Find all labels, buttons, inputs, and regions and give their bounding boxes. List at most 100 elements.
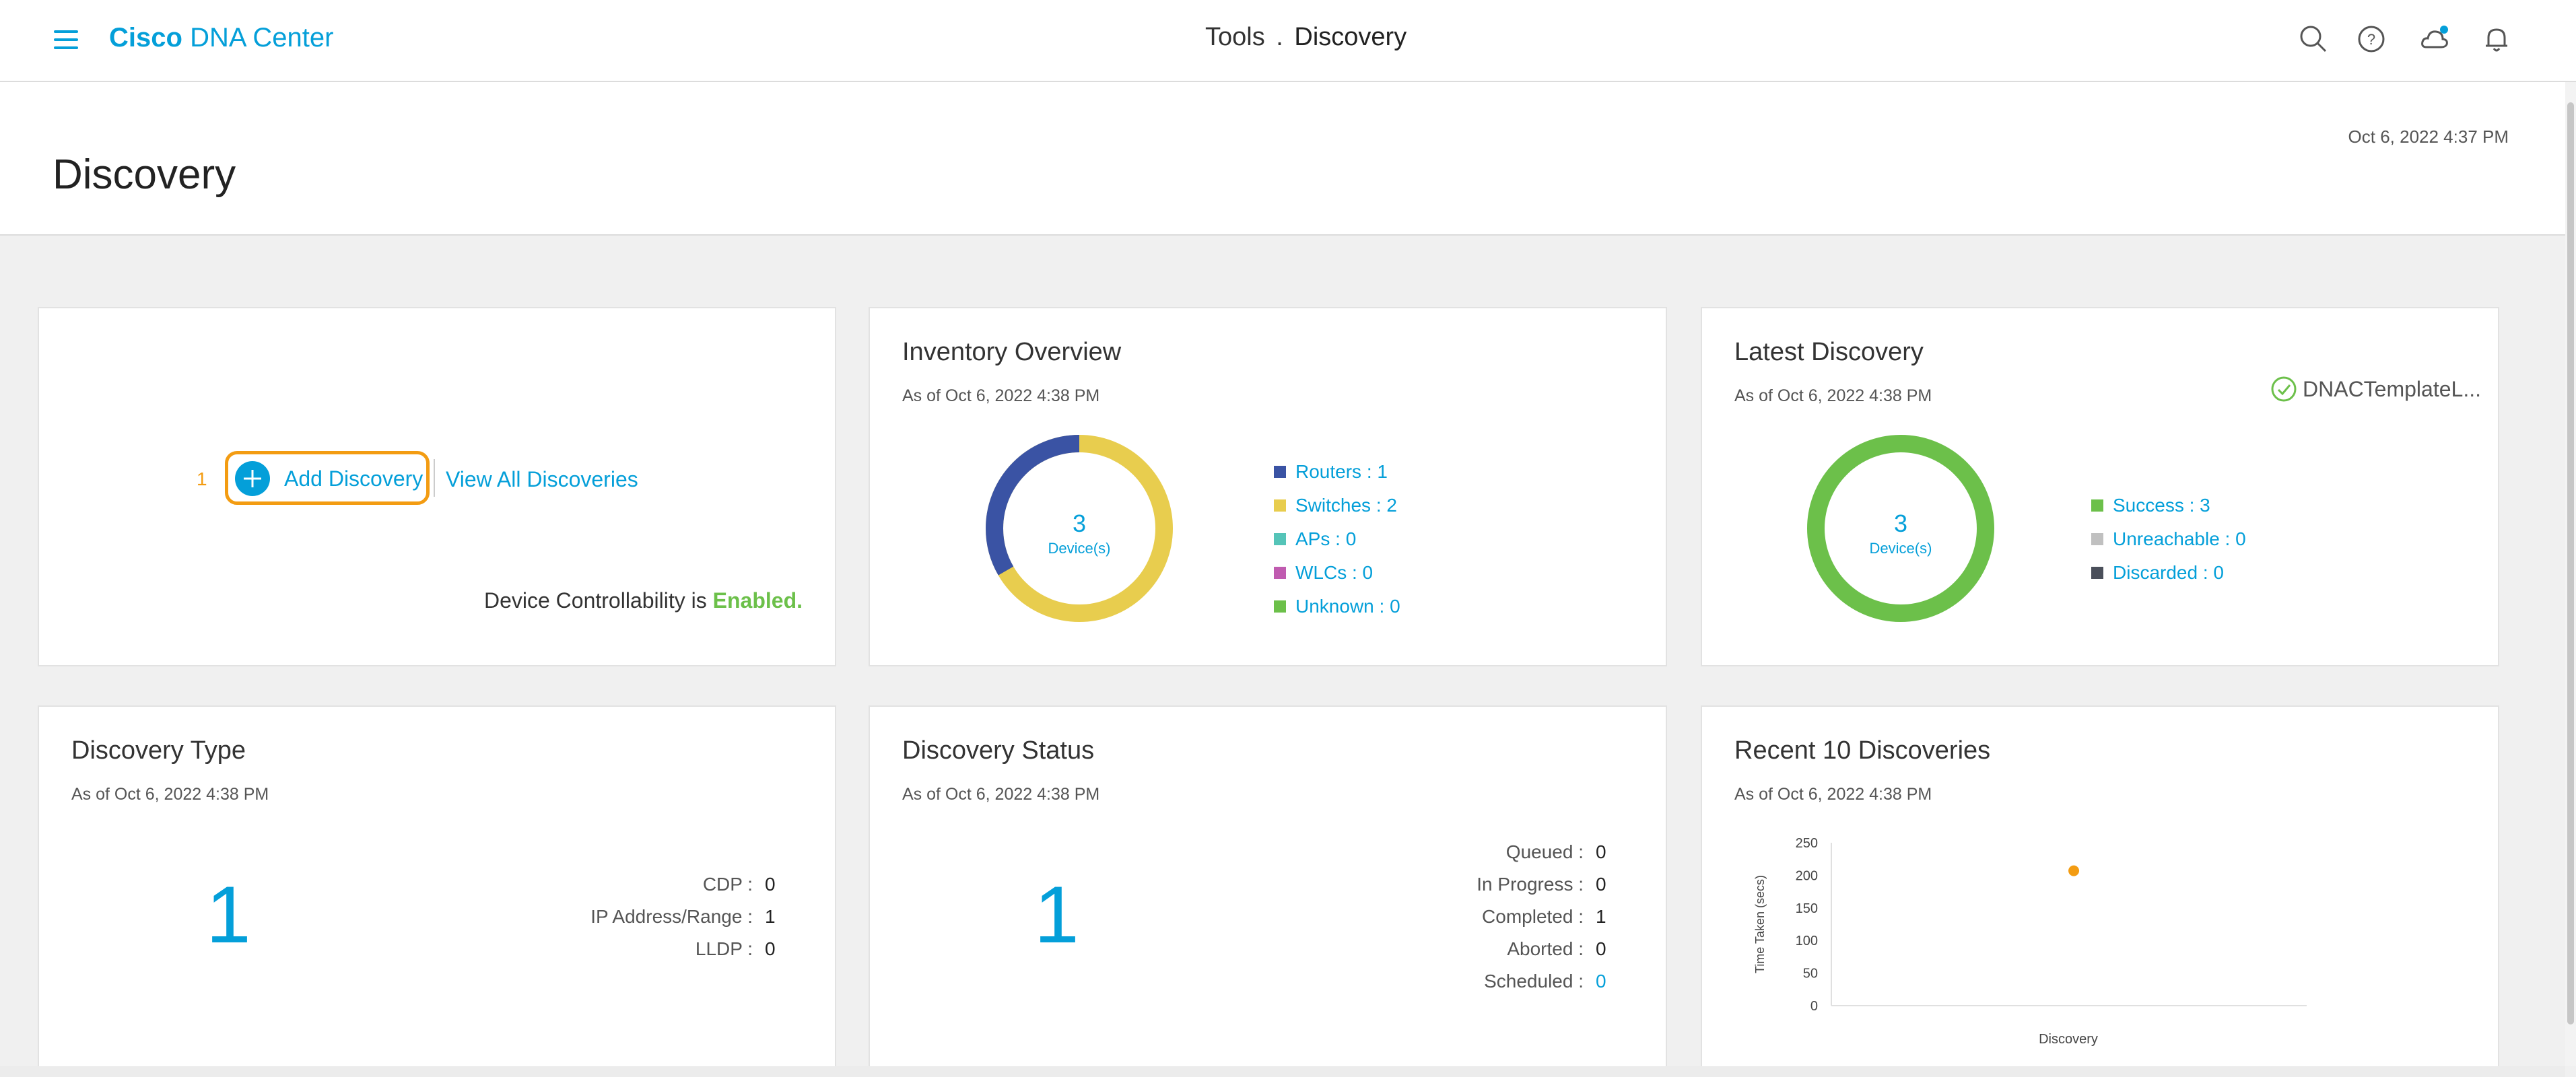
discovery-name: DNACTemplateL...	[2303, 376, 2481, 401]
status-value: 1	[1596, 906, 1606, 927]
status-value: 0	[1596, 841, 1606, 862]
brand-rest: DNA Center	[190, 23, 334, 53]
type-row: IP Address/Range : 1	[590, 901, 778, 933]
legend-item[interactable]: Routers : 1	[1274, 455, 1400, 489]
legend-item[interactable]: Unknown : 0	[1274, 590, 1400, 623]
status-key: Queued :	[1505, 841, 1584, 862]
y-tick-group: 250 200 150 100 50 0	[1796, 836, 1818, 1014]
breadcrumb: Tools . Discovery	[1205, 23, 1406, 52]
add-discovery-button[interactable]: Add Discovery	[234, 460, 423, 497]
legend-swatch	[1274, 466, 1286, 478]
card-subtitle: As of Oct 6, 2022 4:38 PM	[902, 386, 1100, 405]
y-tick-label: 100	[1796, 934, 1818, 948]
top-bar: Cisco DNA Center Tools . Discovery ?	[0, 0, 2576, 82]
hamburger-menu-icon[interactable]	[54, 30, 78, 49]
brand-bold: Cisco	[109, 23, 182, 53]
status-row: Queued : 0	[1477, 836, 1609, 868]
legend-label: APs : 0	[1295, 528, 1357, 549]
divider	[434, 459, 435, 497]
breadcrumb-current: Discovery	[1294, 23, 1407, 51]
y-tick-label: 150	[1796, 901, 1818, 916]
discovery-name-link[interactable]: DNACTemplateL...	[2270, 376, 2481, 403]
scatter-point[interactable]	[2068, 865, 2080, 876]
discovery-type-breakdown: CDP : 0 IP Address/Range : 1 LLDP : 0	[590, 868, 778, 965]
x-axis-label: Discovery	[2039, 1032, 2098, 1047]
view-all-discoveries-link[interactable]: View All Discoveries	[446, 467, 638, 492]
legend-label: Switches : 2	[1295, 495, 1397, 516]
scheduled-count-link[interactable]: 0	[1596, 971, 1609, 992]
recent-discoveries-card: Recent 10 Discoveries As of Oct 6, 2022 …	[1701, 705, 2499, 1077]
legend-item[interactable]: APs : 0	[1274, 522, 1400, 556]
y-tick-label: 0	[1810, 999, 1818, 1014]
controllability-enabled[interactable]: Enabled.	[713, 588, 803, 613]
status-row[interactable]: Scheduled : 0	[1477, 965, 1609, 998]
discovery-status-breakdown: Queued : 0 In Progress : 0 Completed : 1 Ab…	[1477, 836, 1609, 998]
inventory-legend: Routers : 1 Switches : 2 APs : 0 WLCs : …	[1274, 455, 1400, 623]
card-subtitle: As of Oct 6, 2022 4:38 PM	[902, 785, 1100, 804]
y-tick-label: 200	[1796, 868, 1818, 883]
legend-swatch	[2091, 567, 2103, 579]
legend-label: Unknown : 0	[1295, 596, 1400, 617]
status-row: Aborted : 0	[1477, 933, 1609, 965]
type-key: IP Address/Range :	[590, 906, 753, 927]
inventory-total: 3	[1073, 510, 1086, 537]
type-row: CDP : 0	[590, 868, 778, 901]
discovery-status-card: Discovery Status As of Oct 6, 2022 4:38 …	[869, 705, 1667, 1077]
latest-donut[interactable]: 3 Device(s)	[1803, 431, 1998, 626]
add-discovery-card: 1 Add Discovery View All Discoveries Dev…	[38, 307, 836, 666]
search-icon[interactable]	[2297, 23, 2330, 55]
card-subtitle: As of Oct 6, 2022 4:38 PM	[71, 785, 269, 804]
legend-label: Unreachable : 0	[2113, 528, 2246, 549]
discovery-type-card: Discovery Type As of Oct 6, 2022 4:38 PM…	[38, 705, 836, 1077]
discovery-status-total[interactable]: 1	[1034, 868, 1079, 961]
card-title: Discovery Status	[902, 736, 1095, 765]
latest-total-label: Device(s)	[1870, 540, 1932, 557]
legend-item[interactable]: Switches : 2	[1274, 489, 1400, 522]
legend-swatch	[1274, 600, 1286, 613]
step-number: 1	[197, 468, 207, 489]
status-key: Aborted :	[1507, 938, 1584, 959]
latest-discovery-card: Latest Discovery As of Oct 6, 2022 4:38 …	[1701, 307, 2499, 666]
status-key: In Progress :	[1477, 874, 1584, 895]
status-key: Scheduled :	[1484, 971, 1584, 992]
card-subtitle: As of Oct 6, 2022 4:38 PM	[1734, 386, 1932, 405]
status-row: In Progress : 0	[1477, 868, 1609, 901]
inventory-total-label: Device(s)	[1048, 540, 1111, 557]
breadcrumb-parent[interactable]: Tools	[1205, 23, 1265, 51]
horizontal-scrollbar[interactable]	[0, 1066, 2565, 1077]
legend-label: WLCs : 0	[1295, 562, 1374, 583]
controllability-text: Device Controllability is	[483, 588, 707, 613]
page-title: Discovery	[53, 151, 236, 198]
status-row: Completed : 1	[1477, 901, 1609, 933]
type-value: 0	[765, 938, 776, 959]
inventory-donut[interactable]: 3 Device(s)	[982, 431, 1177, 626]
legend-label: Routers : 1	[1295, 461, 1388, 482]
help-icon[interactable]: ?	[2355, 23, 2387, 55]
legend-item[interactable]: WLCs : 0	[1274, 556, 1400, 590]
cloud-notification-icon[interactable]	[2418, 23, 2451, 55]
brand-logo[interactable]: Cisco DNA Center	[109, 23, 333, 53]
page-timestamp: Oct 6, 2022 4:37 PM	[2348, 127, 2509, 147]
breadcrumb-separator: .	[1276, 23, 1283, 51]
y-tick-label: 250	[1796, 836, 1818, 851]
bell-icon[interactable]	[2480, 23, 2513, 55]
point-group	[2068, 865, 2080, 876]
status-key: Completed :	[1482, 906, 1584, 927]
vertical-scrollbar[interactable]	[2565, 82, 2576, 1066]
type-value: 0	[765, 874, 776, 895]
legend-swatch	[2091, 533, 2103, 545]
page-header: Discovery Oct 6, 2022 4:37 PM	[0, 82, 2565, 236]
legend-item[interactable]: Success : 3	[2091, 489, 2246, 522]
legend-item[interactable]: Unreachable : 0	[2091, 522, 2246, 556]
y-tick-label: 50	[1803, 967, 1818, 981]
legend-swatch	[1274, 499, 1286, 512]
legend-label: Discarded : 0	[2113, 562, 2224, 583]
discovery-type-total[interactable]: 1	[206, 868, 251, 961]
status-value: 0	[1596, 938, 1606, 959]
legend-swatch	[2091, 499, 2103, 512]
inventory-overview-card: Inventory Overview As of Oct 6, 2022 4:3…	[869, 307, 1667, 666]
legend-item[interactable]: Discarded : 0	[2091, 556, 2246, 590]
controllability-status: Device Controllability is Enabled.	[484, 588, 803, 613]
status-value: 0	[1596, 874, 1606, 895]
vertical-scrollbar-thumb[interactable]	[2567, 102, 2574, 1024]
